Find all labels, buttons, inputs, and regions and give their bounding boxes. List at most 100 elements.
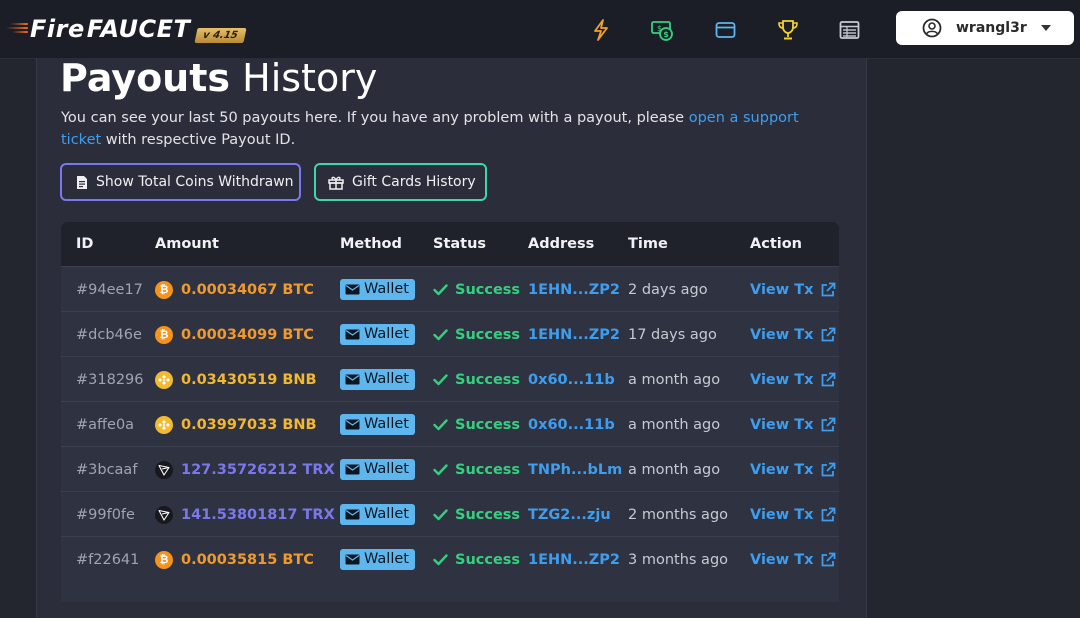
view-tx-link[interactable]: View Tx <box>750 537 836 582</box>
payout-time: a month ago <box>628 416 721 433</box>
payout-time: 3 months ago <box>628 551 729 568</box>
logo-faucet-text: FAUCET <box>86 15 191 43</box>
envelope-icon <box>345 554 360 564</box>
bitcoin-icon: ₿ <box>155 325 173 344</box>
external-link-icon <box>822 372 836 386</box>
payout-address-link[interactable]: 1EHN...ZP2 <box>528 537 620 582</box>
user-avatar-icon <box>922 18 942 38</box>
payout-time: a month ago <box>628 371 721 388</box>
payout-status: Success <box>433 492 520 537</box>
username-label: wrangl3r <box>956 20 1027 36</box>
envelope-icon <box>345 374 360 384</box>
payout-time: a month ago <box>628 461 721 478</box>
flame-icon <box>6 22 28 36</box>
wallet-icon[interactable] <box>714 18 738 42</box>
table-row: #3bcaaf 127.35726212 TRX Wallet Success TNPh… <box>61 446 839 492</box>
payout-amount-value: 141.53801817 TRX <box>181 506 335 523</box>
view-tx-link[interactable]: View Tx <box>750 402 836 447</box>
check-icon <box>433 508 448 520</box>
gift-icon <box>328 175 344 190</box>
view-tx-link[interactable]: View Tx <box>750 267 836 312</box>
payout-amount-value: 0.00035815 BTC <box>181 551 314 568</box>
gift-cards-history-button[interactable]: Gift Cards History <box>314 163 487 201</box>
wallet-badge: Wallet <box>340 279 415 300</box>
envelope-icon <box>345 329 360 339</box>
payout-status: Success <box>433 402 520 447</box>
wallet-badge: Wallet <box>340 549 415 570</box>
user-menu-button[interactable]: wrangl3r <box>896 11 1074 45</box>
payout-address-link[interactable]: 1EHN...ZP2 <box>528 267 620 312</box>
bnb-icon <box>155 370 173 389</box>
table-icon[interactable] <box>838 18 862 42</box>
envelope-icon <box>345 464 360 474</box>
view-tx-link[interactable]: View Tx <box>750 357 836 402</box>
version-badge: v 4.15 <box>194 27 247 43</box>
wallet-badge: Wallet <box>340 369 415 390</box>
payout-id: #f22641 <box>76 551 140 568</box>
payout-amount-value: 0.03430519 BNB <box>181 371 317 388</box>
payout-amount: 141.53801817 TRX <box>155 492 335 537</box>
payout-address-link[interactable]: 0x60...11b <box>528 357 615 402</box>
logo-fire-text: Fire <box>30 15 85 43</box>
envelope-icon <box>345 509 360 519</box>
header-time: Time <box>628 236 668 252</box>
external-link-icon <box>822 552 836 566</box>
payout-id: #318296 <box>76 371 144 388</box>
payout-id: #94ee17 <box>76 281 143 298</box>
top-navbar: FireFAUCET v 4.15 $ $ wrangl3r <box>0 0 1080 59</box>
payout-amount-value: 0.03997033 BNB <box>181 416 317 433</box>
header-status: Status <box>433 236 487 252</box>
check-icon <box>433 463 448 475</box>
envelope-icon <box>345 419 360 429</box>
wallet-badge: Wallet <box>340 324 415 345</box>
header-amount: Amount <box>155 236 219 252</box>
payout-amount: ₿ 0.00034099 BTC <box>155 312 314 357</box>
show-total-coins-button[interactable]: Show Total Coins Withdrawn <box>60 163 301 201</box>
view-tx-link[interactable]: View Tx <box>750 447 836 492</box>
table-header: ID Amount Method Status Address Time Act… <box>61 222 839 266</box>
payout-status: Success <box>433 537 520 582</box>
payout-time: 17 days ago <box>628 326 717 343</box>
check-icon <box>433 283 448 295</box>
payout-amount-value: 0.00034067 BTC <box>181 281 314 298</box>
table-row: #f22641 ₿ 0.00035815 BTC Wallet Success 1EHN.… <box>61 536 839 582</box>
bitcoin-icon: ₿ <box>155 280 173 299</box>
payout-amount-value: 127.35726212 TRX <box>181 461 335 478</box>
payout-method: Wallet <box>340 447 415 492</box>
wallet-badge: Wallet <box>340 459 415 480</box>
table-row: #94ee17 ₿ 0.00034067 BTC Wallet Success 1EHN.… <box>61 266 839 312</box>
external-link-icon <box>822 507 836 521</box>
payout-status: Success <box>433 357 520 402</box>
file-invoice-icon <box>76 175 88 190</box>
payout-address-link[interactable]: TZG2...zju <box>528 492 611 537</box>
page-title: Payouts History <box>60 56 378 100</box>
external-link-icon <box>822 462 836 476</box>
external-link-icon <box>822 417 836 431</box>
external-link-icon <box>822 327 836 341</box>
wallet-badge: Wallet <box>340 504 415 525</box>
payout-status: Success <box>433 447 520 492</box>
payout-address-link[interactable]: TNPh...bLm <box>528 447 622 492</box>
view-tx-link[interactable]: View Tx <box>750 312 836 357</box>
money-icon[interactable]: $ $ <box>651 18 675 42</box>
payout-method: Wallet <box>340 492 415 537</box>
header-method: Method <box>340 236 402 252</box>
check-icon <box>433 418 448 430</box>
payout-method: Wallet <box>340 267 415 312</box>
page-description: You can see your last 50 payouts here. I… <box>61 110 799 148</box>
payout-status: Success <box>433 312 520 357</box>
trophy-icon[interactable] <box>776 18 800 42</box>
payout-method: Wallet <box>340 312 415 357</box>
lightning-icon[interactable] <box>589 18 613 42</box>
site-logo[interactable]: FireFAUCET v 4.15 <box>6 12 247 46</box>
check-icon <box>433 328 448 340</box>
view-tx-link[interactable]: View Tx <box>750 492 836 537</box>
check-icon <box>433 373 448 385</box>
gift-cards-history-label: Gift Cards History <box>352 174 476 190</box>
header-id: ID <box>76 236 94 252</box>
table-row: #318296 0.03430519 BNB Wallet Success 0x60..… <box>61 356 839 402</box>
payouts-table: ID Amount Method Status Address Time Act… <box>61 222 839 602</box>
payout-address-link[interactable]: 0x60...11b <box>528 402 615 447</box>
payout-amount: 0.03430519 BNB <box>155 357 317 402</box>
payout-address-link[interactable]: 1EHN...ZP2 <box>528 312 620 357</box>
